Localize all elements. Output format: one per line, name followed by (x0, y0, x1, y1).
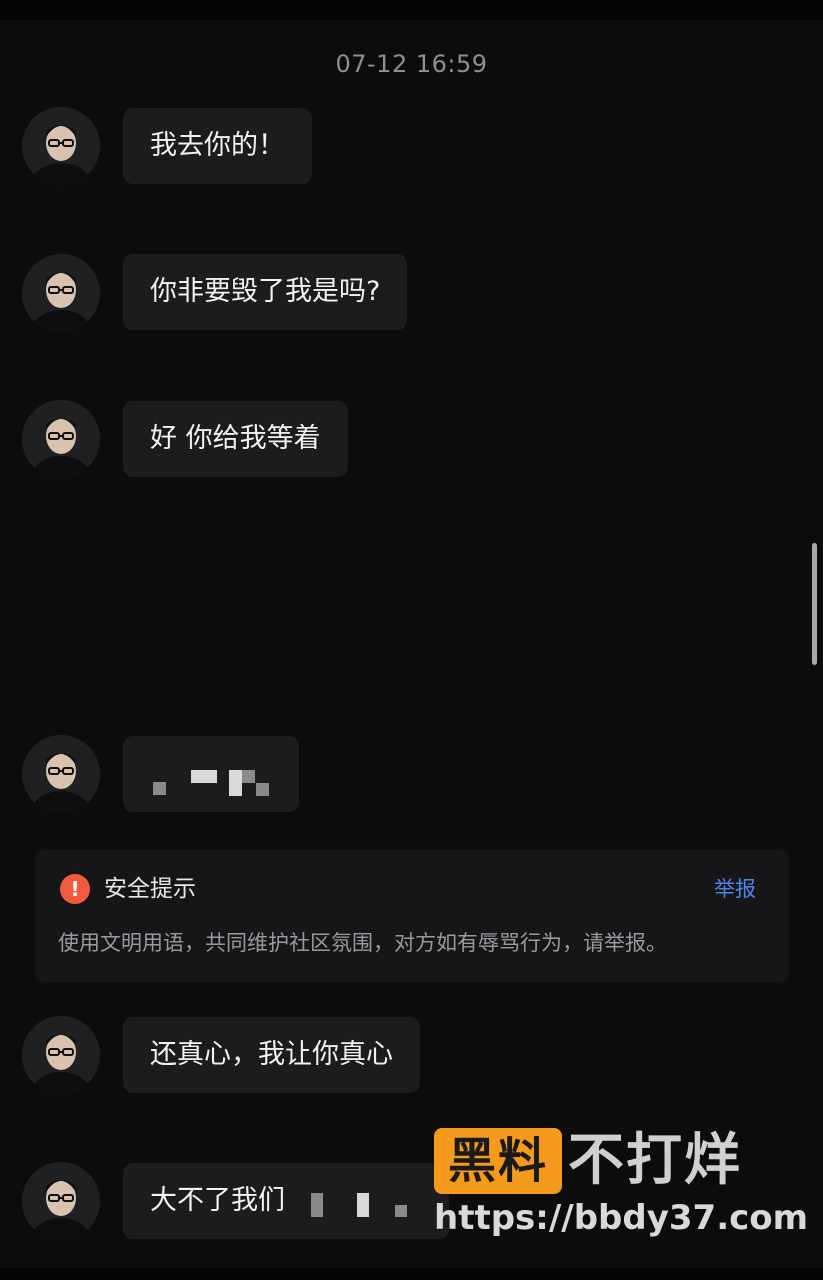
mosaic-block (395, 1205, 407, 1217)
avatar-photo-icon (22, 1016, 100, 1094)
chat-screen: 07-12 16:59 我去你的！ 你非要毁了我是吗? 好 你给我等着 ! 安全… (0, 0, 823, 1280)
message-text: 好 你给我等着 (150, 423, 321, 454)
mosaic-block (229, 770, 242, 783)
safety-notice-body: 使用文明用语，共同维护社区氛围，对方如有辱骂行为，请举报。 (58, 931, 667, 955)
warning-icon: ! (60, 874, 90, 904)
mosaic-block (357, 1193, 369, 1217)
avatar-photo-icon (22, 254, 100, 332)
message-text: 大不了我们 (150, 1185, 285, 1216)
watermark-text: 不打烊 (568, 1128, 742, 1193)
mosaic-block (311, 1193, 323, 1217)
message-text: 还真心，我让你真心 (150, 1039, 393, 1070)
censored-message-bubble[interactable] (123, 736, 299, 812)
chat-timestamp: 07-12 16:59 (335, 50, 488, 78)
site-watermark: 黑料 不打烊 https://bbdy37.com (434, 1128, 809, 1238)
status-bar-strip (0, 0, 823, 20)
message-bubble[interactable]: 好 你给我等着 (123, 401, 348, 477)
mosaic-block (242, 770, 255, 783)
avatar[interactable] (22, 1016, 100, 1094)
avatar-photo-icon (22, 107, 100, 185)
mosaic-block (191, 770, 217, 783)
avatar-photo-icon (22, 735, 100, 813)
message-bubble[interactable]: 你非要毁了我是吗? (123, 254, 408, 330)
scrollbar[interactable] (812, 543, 817, 665)
report-link[interactable]: 举报 (714, 874, 756, 904)
mosaic-block (153, 782, 166, 795)
message-bubble[interactable]: 我去你的！ (123, 108, 312, 184)
safety-notice-title: 安全提示 (104, 876, 196, 902)
mosaic-block (256, 783, 269, 796)
message-text: 我去你的！ (150, 130, 285, 161)
message-bubble[interactable]: 大不了我们 (123, 1163, 449, 1239)
message-bubble[interactable]: 还真心，我让你真心 (123, 1017, 420, 1093)
avatar-photo-icon (22, 1162, 100, 1240)
avatar[interactable] (22, 1162, 100, 1240)
avatar-photo-icon (22, 400, 100, 478)
avatar[interactable] (22, 735, 100, 813)
avatar[interactable] (22, 254, 100, 332)
avatar[interactable] (22, 107, 100, 185)
bottom-strip (0, 1268, 823, 1280)
safety-notice-card: ! 安全提示 举报 使用文明用语，共同维护社区氛围，对方如有辱骂行为，请举报。 (35, 850, 789, 982)
message-text: 你非要毁了我是吗? (150, 276, 381, 307)
mosaic-block (229, 783, 242, 796)
avatar[interactable] (22, 400, 100, 478)
watermark-badge: 黑料 (434, 1128, 562, 1194)
watermark-url: https://bbdy37.com (434, 1198, 809, 1238)
